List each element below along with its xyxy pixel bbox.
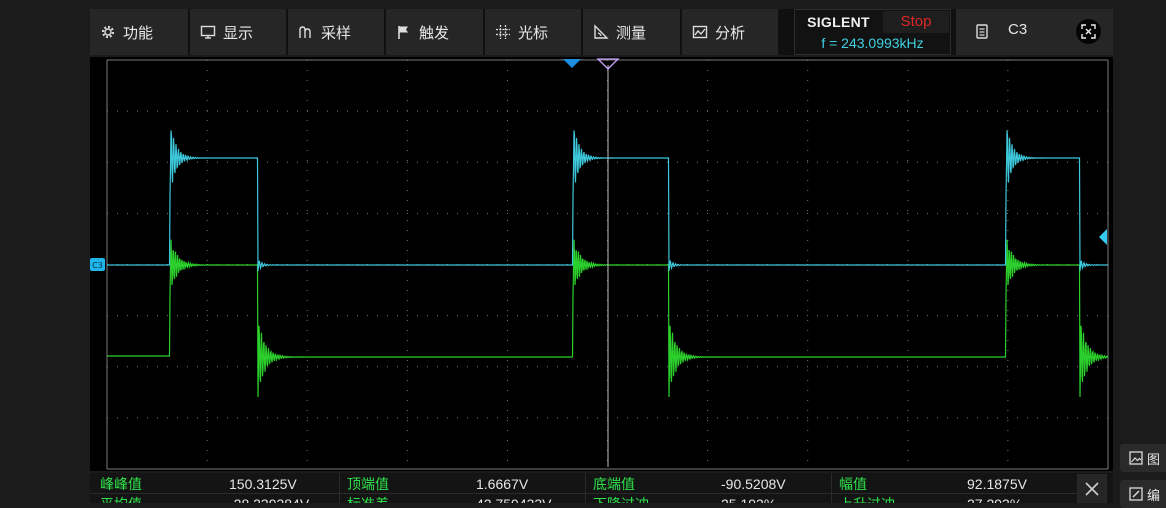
measure-label: 上升过冲 <box>839 495 895 503</box>
close-icon <box>1085 481 1099 496</box>
measure-value: 1.6667V <box>476 476 529 492</box>
measure-label: 底端值 <box>593 476 635 492</box>
divider <box>831 473 832 503</box>
side-button-label: 图 <box>1147 452 1161 468</box>
channel-label: C3 <box>1008 21 1028 38</box>
measure-value: 92.1875V <box>967 476 1027 492</box>
gear-icon <box>100 24 116 40</box>
analysis-icon <box>692 24 708 40</box>
side-image-button[interactable]: 图 <box>1120 444 1166 472</box>
side-edit-button[interactable]: 编 <box>1120 480 1166 508</box>
menu-display[interactable]: 显示 <box>190 9 286 55</box>
menu-label: 分析 <box>715 23 746 42</box>
measurement-panel: 峰峰值 150.3125V 顶端值 1.6667V 底端值 -90.5208V … <box>90 473 1113 503</box>
trigger-frequency: f = 243.0993kHz <box>821 35 924 51</box>
menu-label: 功能 <box>123 23 154 42</box>
divider <box>585 473 586 503</box>
menu-function[interactable]: 功能 <box>90 9 188 55</box>
measure-icon <box>593 24 609 40</box>
acquire-icon <box>298 24 314 40</box>
waveform-display[interactable]: C3 <box>90 57 1113 471</box>
menu-label: 显示 <box>223 23 254 42</box>
measure-label: 峰峰值 <box>100 476 142 492</box>
edit-icon <box>1129 487 1143 501</box>
close-measure-button[interactable] <box>1077 474 1107 503</box>
menu-label: 触发 <box>419 23 450 42</box>
fit-screen-icon <box>1081 24 1096 39</box>
menu-label: 测量 <box>616 23 647 42</box>
measure-label: 标准差 <box>347 495 389 503</box>
image-icon <box>1129 451 1143 465</box>
menu-analysis[interactable]: 分析 <box>682 9 778 55</box>
measure-value: -28.339384V <box>229 495 309 503</box>
trigger-level-marker[interactable] <box>1099 229 1107 245</box>
document-icon <box>976 24 988 43</box>
measure-value: 150.3125V <box>229 476 297 492</box>
divider <box>339 473 340 503</box>
side-button-label: 编 <box>1147 488 1161 504</box>
flag-icon <box>396 24 412 40</box>
channel-selector[interactable]: C3 <box>956 9 1113 55</box>
measure-value: 25.193% <box>721 495 776 503</box>
measure-value: -90.5208V <box>721 476 786 492</box>
cursor-icon <box>495 24 511 40</box>
measure-label: 平均值 <box>100 495 142 503</box>
channel-offset-marker-label: C3 <box>92 261 103 270</box>
measure-value: 42.759433V <box>476 495 552 503</box>
monitor-icon <box>200 24 216 40</box>
menu-label: 采样 <box>321 23 352 42</box>
menu-acquire[interactable]: 采样 <box>288 9 384 55</box>
brand-status-panel[interactable]: SIGLENT Stop f = 243.0993kHz <box>794 9 951 55</box>
menu-trigger[interactable]: 触发 <box>386 9 483 55</box>
fit-screen-button[interactable] <box>1076 19 1101 44</box>
brand-logo: SIGLENT <box>807 14 870 30</box>
menu-label: 光标 <box>518 23 549 42</box>
measure-value: 27.293% <box>967 495 1022 503</box>
run-status[interactable]: Stop <box>883 11 949 33</box>
measure-label: 下降过冲 <box>593 495 649 503</box>
trigger-delay-marker[interactable] <box>563 59 581 68</box>
measure-label: 顶端值 <box>347 476 389 492</box>
menu-measure[interactable]: 测量 <box>583 9 680 55</box>
measure-label: 幅值 <box>839 476 867 492</box>
menu-cursor[interactable]: 光标 <box>485 9 581 55</box>
